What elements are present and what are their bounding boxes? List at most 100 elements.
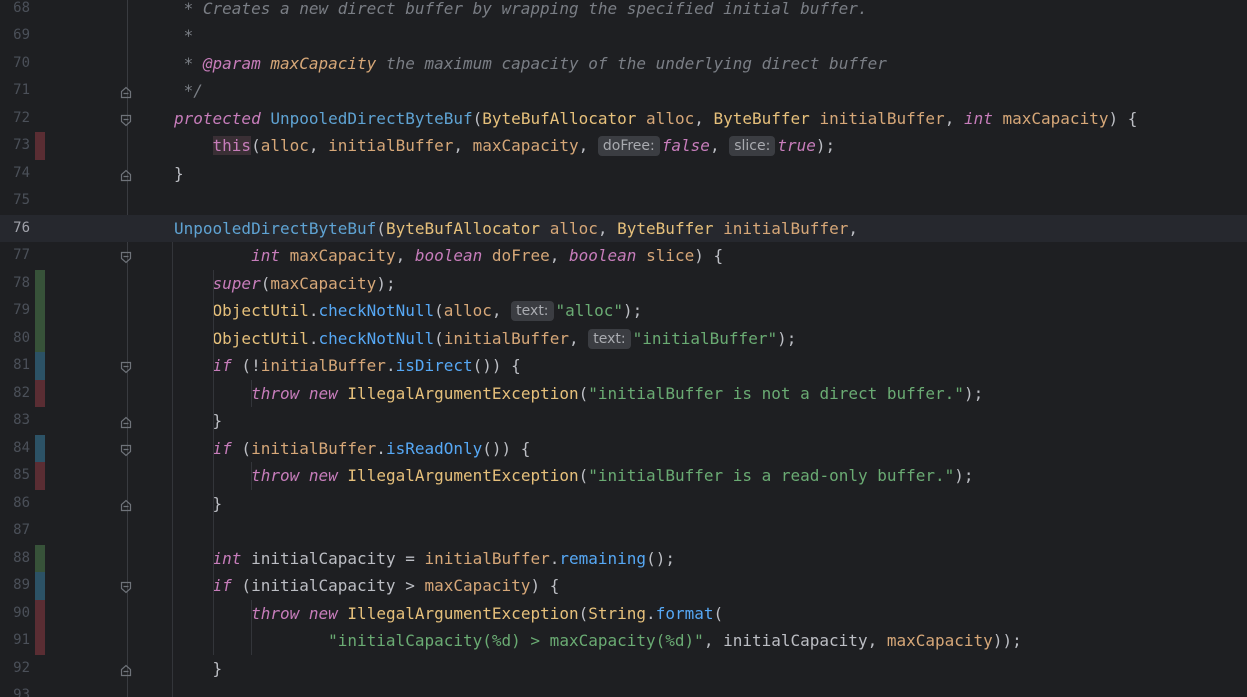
code-token: "alloc" bbox=[555, 301, 623, 320]
code-text[interactable]: * @param maxCapacity the maximum capacit… bbox=[174, 50, 887, 78]
code-line[interactable]: 87 bbox=[0, 517, 1247, 545]
code-text[interactable]: UnpooledDirectByteBuf(ByteBufAllocator a… bbox=[174, 215, 858, 243]
fold-start-icon[interactable] bbox=[120, 359, 132, 374]
code-text[interactable]: if (initialBuffer.isReadOnly()) { bbox=[174, 435, 531, 463]
vcs-marker-deleted[interactable] bbox=[35, 599, 45, 627]
code-line[interactable]: 89 if (initialCapacity > maxCapacity) { bbox=[0, 572, 1247, 600]
code-line[interactable]: 75 bbox=[0, 187, 1247, 215]
code-line[interactable]: 80 ObjectUtil.checkNotNull(initialBuffer… bbox=[0, 324, 1247, 353]
code-token: IllegalArgumentException bbox=[347, 603, 579, 623]
code-token: @param bbox=[202, 53, 261, 73]
code-line[interactable]: 76 UnpooledDirectByteBuf(ByteBufAllocator… bbox=[0, 214, 1247, 243]
vcs-marker-modified[interactable] bbox=[35, 434, 45, 462]
code-line[interactable]: 92 } bbox=[0, 655, 1247, 683]
code-line[interactable]: 81 if (!initialBuffer.isDirect()) { bbox=[0, 352, 1247, 380]
code-line[interactable]: 88 int initialCapacity = initialBuffer.r… bbox=[0, 544, 1247, 573]
vcs-marker-added[interactable] bbox=[35, 269, 45, 297]
fold-end-icon[interactable] bbox=[120, 167, 132, 181]
vcs-marker-deleted[interactable] bbox=[35, 132, 45, 160]
code-text[interactable]: int maxCapacity, boolean doFree, boolean… bbox=[174, 242, 723, 270]
code-text[interactable]: ObjectUtil.checkNotNull(alloc, text: "all… bbox=[174, 297, 642, 325]
code-text[interactable]: "initialCapacity(%d) > maxCapacity(%d)",… bbox=[174, 627, 1022, 655]
vcs-marker-added[interactable] bbox=[35, 297, 45, 325]
code-token: maxCapacity bbox=[424, 576, 531, 595]
code-line[interactable]: 83 } bbox=[0, 407, 1247, 435]
code-text[interactable]: */ bbox=[174, 77, 203, 105]
code-text[interactable]: protected UnpooledDirectByteBuf(ByteBufA… bbox=[174, 105, 1137, 133]
vcs-marker-modified[interactable] bbox=[35, 572, 45, 600]
code-text[interactable]: * Creates a new direct buffer by wrappin… bbox=[174, 0, 868, 22]
code-line[interactable]: 93 bbox=[0, 682, 1247, 697]
code-line[interactable]: 82 throw new IllegalArgumentException("i… bbox=[0, 379, 1247, 408]
line-number: 84 bbox=[13, 439, 30, 456]
code-token: )); bbox=[992, 631, 1022, 650]
code-token: ByteBuffer bbox=[713, 108, 810, 128]
fold-end-icon[interactable] bbox=[120, 84, 132, 99]
vcs-marker-added[interactable] bbox=[35, 544, 45, 572]
fold-end-icon[interactable] bbox=[120, 662, 132, 676]
code-line[interactable]: 90 throw new IllegalArgumentException(St… bbox=[0, 599, 1247, 628]
code-token: initialBuffer bbox=[424, 548, 550, 568]
fold-start-icon[interactable] bbox=[120, 579, 132, 594]
line-number: 71 bbox=[13, 82, 30, 98]
code-line[interactable]: 91 "initialCapacity(%d) > maxCapacity(%d… bbox=[0, 627, 1247, 655]
code-token: ( bbox=[472, 108, 483, 128]
code-text[interactable]: this(alloc, initialBuffer, maxCapacity, … bbox=[174, 132, 835, 160]
vcs-marker-deleted[interactable] bbox=[35, 379, 45, 407]
code-line[interactable]: 85 throw new IllegalArgumentException("i… bbox=[0, 462, 1247, 490]
code-line[interactable]: 74} bbox=[0, 160, 1247, 188]
line-number: 68 bbox=[13, 0, 30, 16]
vcs-marker-added[interactable] bbox=[35, 324, 45, 352]
fold-start-icon[interactable] bbox=[120, 112, 132, 126]
fold-start-icon[interactable] bbox=[120, 442, 132, 456]
code-text[interactable]: } bbox=[174, 407, 223, 435]
code-text[interactable]: if (initialCapacity > maxCapacity) { bbox=[174, 572, 560, 600]
code-token: , bbox=[568, 328, 589, 348]
code-line[interactable]: 78 super(maxCapacity); bbox=[0, 269, 1247, 298]
code-line[interactable]: 69 * bbox=[0, 22, 1247, 50]
code-text[interactable]: } bbox=[174, 655, 223, 683]
code-text[interactable]: * bbox=[174, 22, 194, 50]
code-line[interactable]: 79 ObjectUtil.checkNotNull(alloc, text: "… bbox=[0, 297, 1247, 325]
code-line[interactable]: 77 int maxCapacity, boolean doFree, bool… bbox=[0, 242, 1247, 270]
code-token: ( bbox=[713, 603, 724, 623]
code-token: ) { bbox=[694, 246, 724, 265]
code-token: } bbox=[174, 163, 184, 183]
code-text[interactable]: if (!initialBuffer.isDirect()) { bbox=[174, 352, 521, 380]
code-token: int bbox=[251, 246, 280, 265]
code-token: maxCapacity bbox=[1002, 108, 1109, 128]
code-line[interactable]: 72 protected UnpooledDirectByteBuf(ByteBu… bbox=[0, 105, 1247, 133]
code-line[interactable]: 73 this(alloc, initialBuffer, maxCapacit… bbox=[0, 132, 1247, 160]
fold-end-icon[interactable] bbox=[120, 497, 132, 511]
code-line[interactable]: 71 */ bbox=[0, 77, 1247, 105]
code-line[interactable]: 68 * Creates a new direct buffer by wrap… bbox=[0, 0, 1247, 22]
code-token: if bbox=[212, 576, 232, 595]
vcs-marker-modified[interactable] bbox=[35, 352, 45, 380]
line-number: 77 bbox=[13, 247, 30, 263]
code-text[interactable]: ObjectUtil.checkNotNull(initialBuffer, t… bbox=[174, 325, 796, 353]
code-token: , bbox=[709, 136, 730, 155]
code-token: ( bbox=[231, 438, 252, 458]
code-line[interactable]: 86 } bbox=[0, 490, 1247, 518]
code-text[interactable]: throw new IllegalArgumentException(Strin… bbox=[174, 600, 723, 628]
vcs-marker-deleted[interactable] bbox=[35, 627, 45, 655]
parameter-hint: doFree: bbox=[597, 136, 660, 156]
code-text[interactable]: } bbox=[174, 160, 184, 188]
line-number: 76 bbox=[13, 219, 30, 236]
fold-end-icon[interactable] bbox=[120, 414, 132, 429]
code-token: , bbox=[491, 301, 512, 320]
fold-start-icon[interactable] bbox=[120, 249, 132, 264]
code-line[interactable]: 84 if (initialBuffer.isReadOnly()) { bbox=[0, 434, 1247, 463]
code-editor[interactable]: 68 * Creates a new direct buffer by wrap… bbox=[0, 0, 1247, 697]
code-text[interactable]: } bbox=[174, 490, 223, 518]
code-text[interactable]: throw new IllegalArgumentException("init… bbox=[174, 380, 983, 408]
vcs-marker-deleted[interactable] bbox=[35, 462, 45, 490]
code-text[interactable]: throw new IllegalArgumentException("init… bbox=[174, 462, 974, 490]
line-number: 75 bbox=[13, 192, 30, 208]
code-line[interactable]: 70 * @param maxCapacity the maximum capa… bbox=[0, 50, 1247, 78]
code-text[interactable]: int initialCapacity = initialBuffer.rema… bbox=[174, 545, 675, 573]
code-text[interactable]: super(maxCapacity); bbox=[174, 270, 396, 298]
